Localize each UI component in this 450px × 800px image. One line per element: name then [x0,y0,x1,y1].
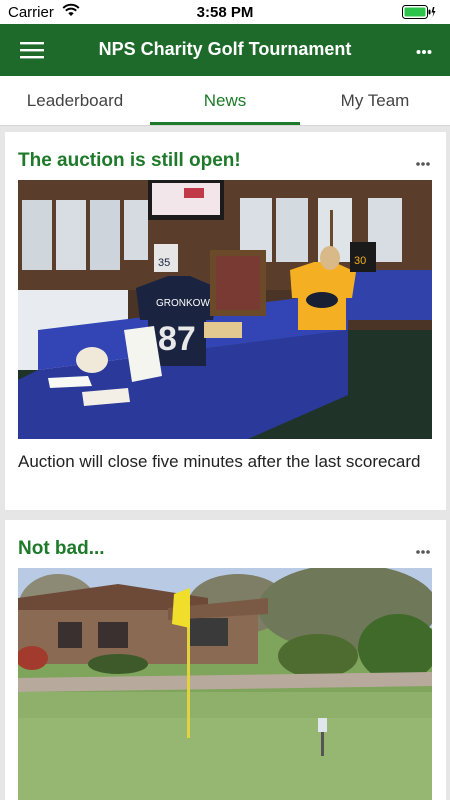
card-header: The auction is still open! [5,132,446,180]
post-title: The auction is still open! [18,150,241,171]
small-jersey-2: 30 [354,255,366,267]
post-body: Auction will close five minutes after th… [18,452,421,471]
tab-bar: Leaderboard News My Team [0,76,450,126]
more-icon[interactable] [416,154,430,172]
app-bar: NPS Charity Golf Tournament [0,24,450,76]
status-bar: Carrier 3:58 PM [0,0,450,24]
auction-room-photo[interactable]: GRONKOWSKI 87 35 30 [18,180,432,439]
news-feed: The auction is still open! GRONKOWSKI 87… [0,126,450,800]
tab-leaderboard[interactable]: Leaderboard [0,76,150,125]
battery-icon [402,5,436,23]
more-icon[interactable] [416,542,430,560]
small-jersey-1: 35 [158,257,170,269]
golf-green-photo[interactable] [18,568,432,800]
app-title: NPS Charity Golf Tournament [98,39,352,59]
news-card[interactable]: Not bad... [5,520,446,800]
menu-icon[interactable] [18,39,48,61]
more-icon[interactable] [416,42,432,60]
tab-news[interactable]: News [150,76,300,125]
news-card[interactable]: The auction is still open! GRONKOWSKI 87… [5,132,446,510]
clock: 3:58 PM [196,4,254,21]
jersey-number: 87 [158,320,196,358]
tab-my-team[interactable]: My Team [300,76,450,125]
post-title: Not bad... [18,538,105,559]
card-header: Not bad... [5,520,446,568]
